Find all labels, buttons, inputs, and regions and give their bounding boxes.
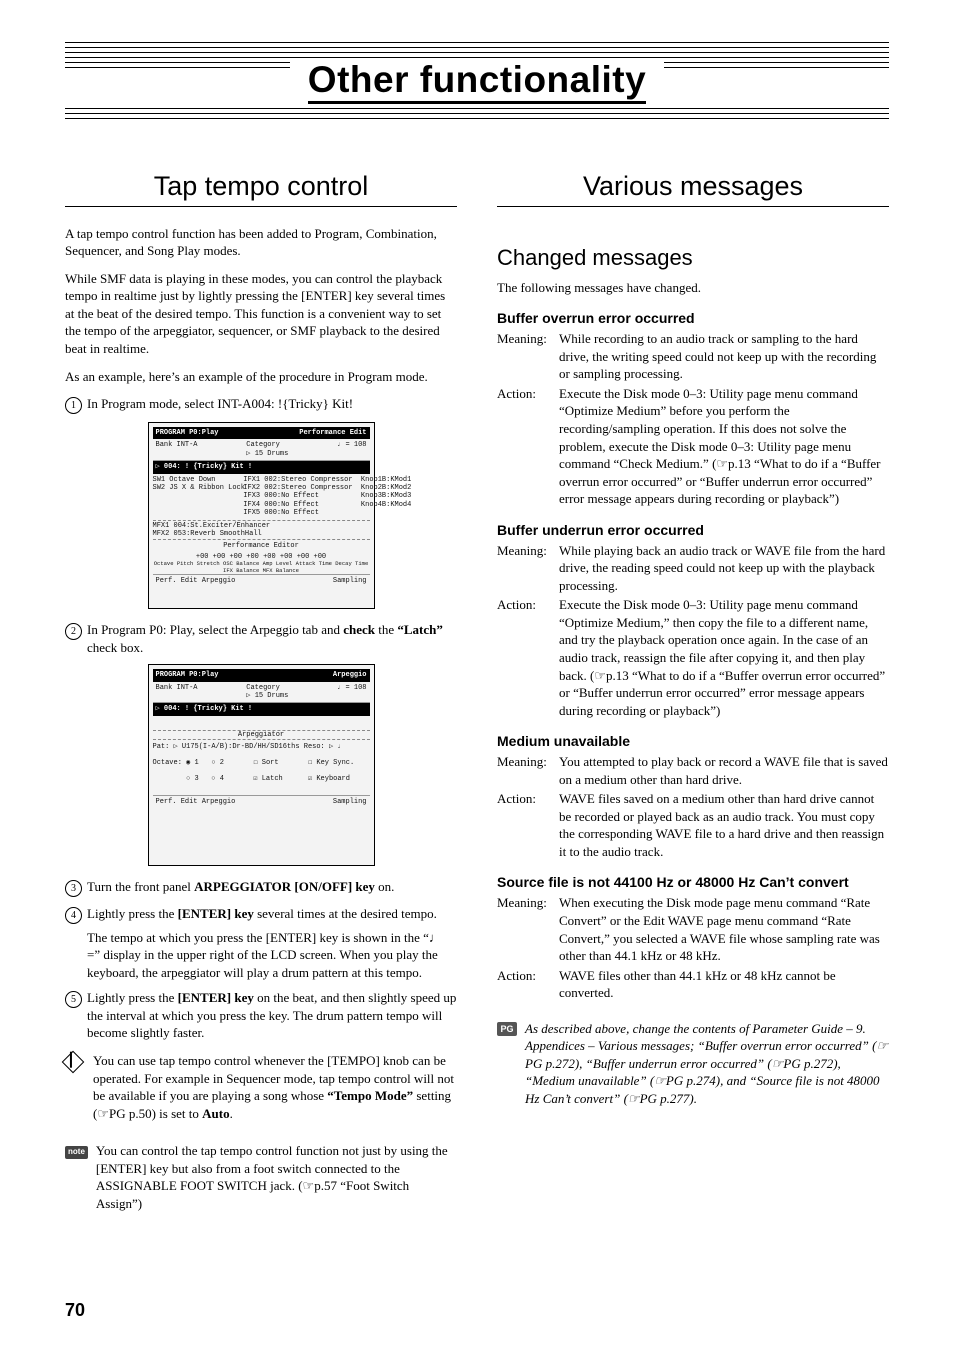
bottom-rules	[65, 108, 889, 119]
shot-category: Category ▷ 15 Drums	[246, 684, 288, 701]
shot-perf-label: Performance Editor	[153, 540, 370, 552]
shot-title-left: PROGRAM P0:Play	[156, 671, 219, 679]
step-4: 4 Lightly press the [ENTER] key several …	[65, 905, 457, 981]
shot-arp-label: Arpeggiator	[153, 730, 370, 740]
shot-octave-row1: Octave: ◉ 1 ○ 2 ☐ Sort ☐ Key Sync.	[153, 755, 370, 771]
various-messages-heading: Various messages	[497, 171, 889, 207]
shot-pattern: Pat: ▷ U175(I-A/B):Dr-BD/HH/SD16ths Reso…	[153, 740, 370, 754]
shot-program: ▷ 004: ! {Tricky} Kit !	[156, 463, 253, 471]
msg-action: Action:Execute the Disk mode 0–3: Utilit…	[497, 596, 889, 719]
step-2: 2 In Program P0: Play, select the Arpegg…	[65, 621, 457, 656]
content-columns: Tap tempo control A tap tempo control fu…	[65, 171, 889, 1233]
shot-tabs-left: Perf. Edit Arpeggio	[156, 577, 236, 585]
shot-ifx: IFX1 002:Stereo Compressor Knob1B:KMod1 …	[243, 476, 411, 518]
shot-value-labels: Octave Pitch Stretch OSC Balance Amp Lev…	[153, 561, 370, 574]
msg-meaning: Meaning:You attempted to play back or re…	[497, 753, 889, 788]
step-continuation: The tempo at which you press the [ENTER]…	[87, 929, 457, 982]
step-number: 3	[65, 880, 82, 897]
shot-sw: SW1 Octave Down SW2 JS X & Ribbon Lock	[153, 476, 240, 518]
pg-icon: PG	[497, 1020, 517, 1038]
step-3: 3 Turn the front panel ARPEGGIATOR [ON/O…	[65, 878, 457, 897]
msg-meaning: Meaning:While playing back an audio trac…	[497, 542, 889, 595]
shot-tempo: ♩ = 108	[337, 684, 366, 701]
shot-octave-row2: ○ 3 ○ 4 ☑ Latch ☑ Keyboard	[153, 771, 370, 787]
step-number: 2	[65, 623, 82, 640]
intro-para-2: While SMF data is playing in these modes…	[65, 270, 457, 358]
msg-action: Action:WAVE files other than 44.1 kHz or…	[497, 967, 889, 1002]
chapter-title: Other functionality	[308, 60, 646, 104]
page-number: 70	[65, 1300, 85, 1321]
msg-title: Medium unavailable	[497, 733, 889, 749]
msg-meaning: Meaning:When executing the Disk mode pag…	[497, 894, 889, 964]
pencil-icon	[65, 1052, 85, 1070]
lcd-screenshot-performance-edit: PROGRAM P0:Play Performance Edit Bank INT…	[148, 422, 375, 609]
shot-mfx: MFX1 004:St.Exciter/Enhancer MFX2 053:Re…	[153, 521, 370, 541]
step-number: 1	[65, 397, 82, 414]
note-icon: note	[65, 1142, 88, 1160]
msg-action: Action:Execute the Disk mode 0–3: Utilit…	[497, 385, 889, 508]
step-1: 1 In Program mode, select INT-A004: !{Tr…	[65, 395, 457, 414]
tip-tempo-knob: You can use tap tempo control whenever t…	[65, 1052, 457, 1132]
tap-tempo-heading: Tap tempo control	[65, 171, 457, 207]
pg-note: PG As described above, change the conten…	[497, 1020, 889, 1118]
shot-tabs-right: Sampling	[333, 577, 367, 585]
intro-para-1: A tap tempo control function has been ad…	[65, 225, 457, 260]
shot-title-right: Arpeggio	[333, 671, 367, 679]
shot-bank: Bank INT-A	[156, 441, 198, 458]
chapter-banner: Other functionality	[65, 60, 889, 104]
shot-tabs-left: Perf. Edit Arpeggio	[156, 798, 236, 806]
msg-title: Source file is not 44100 Hz or 48000 Hz …	[497, 874, 889, 890]
step-text: Turn the front panel ARPEGGIATOR [ON/OFF…	[87, 878, 457, 897]
msg-meaning: Meaning:While recording to an audio trac…	[497, 330, 889, 383]
step-text: Lightly press the [ENTER] key on the bea…	[87, 989, 457, 1042]
step-text: In Program mode, select INT-A004: !{Tric…	[87, 395, 457, 414]
shot-program: ▷ 004: ! {Tricky} Kit !	[156, 705, 253, 713]
step-text: Lightly press the [ENTER] key several ti…	[87, 905, 457, 981]
msg-action: Action:WAVE files saved on a medium othe…	[497, 790, 889, 860]
changed-messages-heading: Changed messages	[497, 245, 889, 271]
msg-title: Buffer underrun error occurred	[497, 522, 889, 538]
intro-para-3: As an example, here’s an example of the …	[65, 368, 457, 386]
right-column: Various messages Changed messages The fo…	[497, 171, 889, 1233]
changed-messages-intro: The following messages have changed.	[497, 279, 889, 297]
step-number: 5	[65, 991, 82, 1008]
lcd-screenshot-arpeggio: PROGRAM P0:Play Arpeggio Bank INT-A Catego…	[148, 664, 375, 866]
step-text: In Program P0: Play, select the Arpeggio…	[87, 621, 457, 656]
shot-bank: Bank INT-A	[156, 684, 198, 701]
shot-tempo: ♩ = 108	[337, 441, 366, 458]
shot-tabs-right: Sampling	[333, 798, 367, 806]
page: Other functionality Tap tempo control A …	[0, 0, 954, 1351]
tip-foot-switch: note You can control the tap tempo contr…	[65, 1142, 457, 1222]
shot-category: Category ▷ 15 Drums	[246, 441, 288, 458]
left-column: Tap tempo control A tap tempo control fu…	[65, 171, 457, 1233]
shot-title-right: Performance Edit	[299, 429, 366, 437]
shot-title-left: PROGRAM P0:Play	[156, 429, 219, 437]
step-5: 5 Lightly press the [ENTER] key on the b…	[65, 989, 457, 1042]
msg-title: Buffer overrun error occurred	[497, 310, 889, 326]
step-number: 4	[65, 907, 82, 924]
